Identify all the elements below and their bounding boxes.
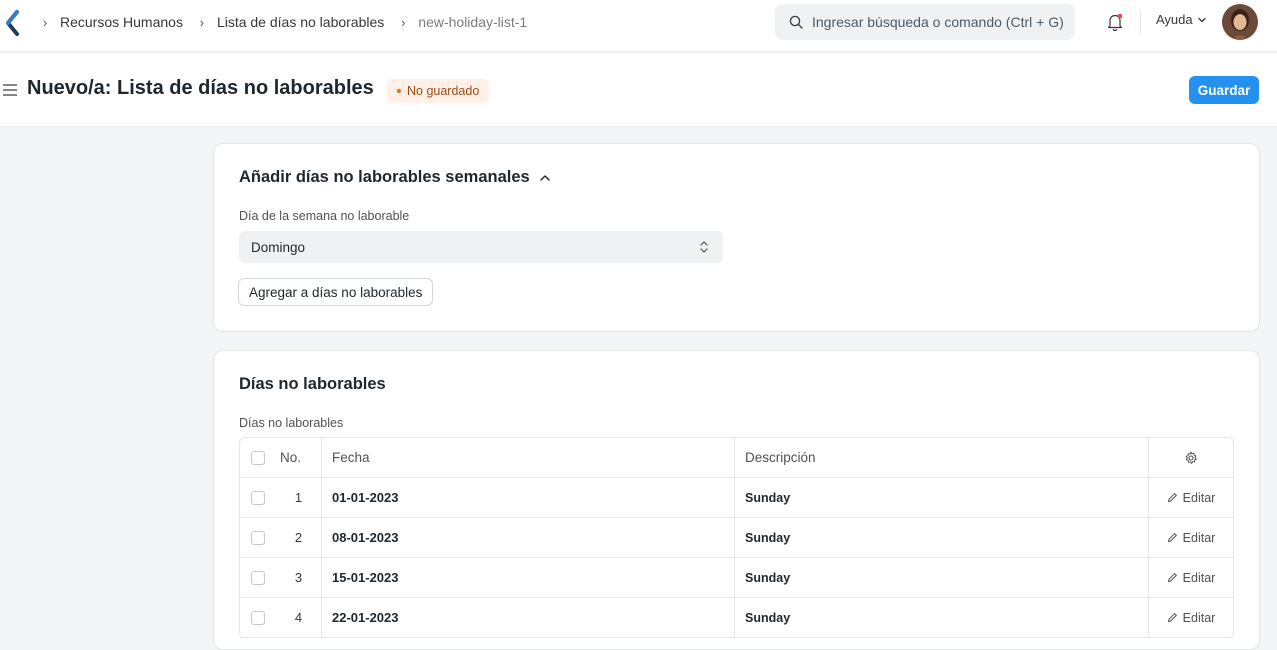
search-icon xyxy=(789,15,803,29)
section-title-weekly-off: Añadir días no laborables semanales xyxy=(239,168,530,186)
edit-label: Editar xyxy=(1182,530,1216,545)
section-title-holidays: Días no laborables xyxy=(239,375,386,393)
holiday-date-cell[interactable]: 01-01-2023 xyxy=(322,478,735,517)
avatar[interactable] xyxy=(1222,4,1258,40)
bell-icon[interactable] xyxy=(1106,12,1124,32)
table-row[interactable]: 2 08-01-2023 Sunday Editar xyxy=(240,518,1233,558)
chevron-up-icon[interactable] xyxy=(538,171,552,185)
holidays-table: No. Fecha Descripción 1 01-01-2023 Sunda… xyxy=(239,437,1234,638)
edit-row-button[interactable]: Editar xyxy=(1167,530,1216,545)
status-badge: No guardado xyxy=(387,79,490,103)
row-number: 2 xyxy=(276,518,322,557)
search-input[interactable]: Ingresar búsqueda o comando (Ctrl + G) xyxy=(775,4,1075,40)
row-checkbox[interactable] xyxy=(251,570,265,585)
pencil-icon xyxy=(1167,532,1177,543)
column-settings-cell xyxy=(1149,438,1233,477)
table-header-row: No. Fecha Descripción xyxy=(240,438,1233,478)
column-header-date: Fecha xyxy=(322,438,735,477)
chevron-right-icon: › xyxy=(401,14,406,30)
holidays-section: Días no laborables Días no laborables No… xyxy=(213,350,1260,650)
app-logo[interactable] xyxy=(4,10,22,36)
select-all-cell xyxy=(240,438,276,477)
column-header-no: No. xyxy=(276,438,322,477)
pencil-icon xyxy=(1167,612,1177,623)
weekday-select-value: Domingo xyxy=(251,239,306,255)
pencil-icon xyxy=(1167,572,1177,583)
page-title: Nuevo/a: Lista de días no laborables xyxy=(27,77,374,99)
edit-label: Editar xyxy=(1182,570,1216,585)
row-checkbox[interactable] xyxy=(251,530,265,545)
navbar-divider xyxy=(1140,10,1141,34)
holiday-description-cell[interactable]: Sunday xyxy=(735,558,1149,597)
row-select-cell xyxy=(240,518,276,557)
edit-label: Editar xyxy=(1182,610,1216,625)
help-label: Ayuda xyxy=(1156,12,1193,27)
row-select-cell xyxy=(240,478,276,517)
holiday-description-cell[interactable]: Sunday xyxy=(735,518,1149,557)
save-button[interactable]: Guardar xyxy=(1189,76,1259,104)
row-select-cell xyxy=(240,558,276,597)
row-number: 3 xyxy=(276,558,322,597)
weekly-off-section: Añadir días no laborables semanales Día … xyxy=(213,143,1260,332)
select-arrows-icon xyxy=(700,241,708,253)
gear-icon[interactable] xyxy=(1184,451,1198,465)
holiday-description-cell[interactable]: Sunday xyxy=(735,478,1149,517)
holidays-table-label: Días no laborables xyxy=(239,416,344,430)
edit-row-button[interactable]: Editar xyxy=(1167,490,1216,505)
row-number: 4 xyxy=(276,598,322,637)
row-actions-cell: Editar xyxy=(1149,598,1233,637)
column-header-description: Descripción xyxy=(735,438,1149,477)
row-actions-cell: Editar xyxy=(1149,518,1233,557)
status-dot-icon xyxy=(397,89,401,93)
table-row[interactable]: 4 22-01-2023 Sunday Editar xyxy=(240,598,1233,638)
holiday-date-cell[interactable]: 15-01-2023 xyxy=(322,558,735,597)
help-dropdown[interactable]: Ayuda xyxy=(1156,12,1207,27)
table-row[interactable]: 3 15-01-2023 Sunday Editar xyxy=(240,558,1233,598)
hamburger-menu-icon[interactable] xyxy=(2,83,18,97)
row-actions-cell: Editar xyxy=(1149,478,1233,517)
holiday-description-cell[interactable]: Sunday xyxy=(735,598,1149,637)
select-all-checkbox[interactable] xyxy=(251,450,265,465)
search-placeholder: Ingresar búsqueda o comando (Ctrl + G) xyxy=(812,14,1064,30)
holiday-date-cell[interactable]: 22-01-2023 xyxy=(322,598,735,637)
row-number: 1 xyxy=(276,478,322,517)
row-checkbox[interactable] xyxy=(251,610,265,625)
weekday-select[interactable]: Domingo xyxy=(239,231,723,263)
edit-row-button[interactable]: Editar xyxy=(1167,570,1216,585)
table-row[interactable]: 1 01-01-2023 Sunday Editar xyxy=(240,478,1233,518)
chevron-down-icon xyxy=(1197,17,1206,22)
row-select-cell xyxy=(240,598,276,637)
breadcrumb-item-current[interactable]: new-holiday-list-1 xyxy=(418,14,527,30)
chevron-right-icon: › xyxy=(199,14,205,30)
page-header: Nuevo/a: Lista de días no laborables No … xyxy=(0,53,1277,127)
top-navbar: › Recursos Humanos › Lista de días no la… xyxy=(0,0,1277,52)
row-checkbox[interactable] xyxy=(251,490,265,505)
pencil-icon xyxy=(1167,492,1177,503)
holiday-date-cell[interactable]: 08-01-2023 xyxy=(322,518,735,557)
breadcrumb-item-doctype[interactable]: Lista de días no laborables xyxy=(217,14,384,30)
weekday-field-label: Día de la semana no laborable xyxy=(239,209,410,223)
edit-row-button[interactable]: Editar xyxy=(1167,610,1216,625)
breadcrumb: › Recursos Humanos › Lista de días no la… xyxy=(36,0,537,44)
edit-label: Editar xyxy=(1182,490,1216,505)
add-to-holidays-button[interactable]: Agregar a días no laborables xyxy=(238,278,434,306)
chevron-right-icon: › xyxy=(42,14,48,30)
row-actions-cell: Editar xyxy=(1149,558,1233,597)
breadcrumb-item-module[interactable]: Recursos Humanos xyxy=(60,14,183,30)
status-badge-label: No guardado xyxy=(407,84,480,98)
